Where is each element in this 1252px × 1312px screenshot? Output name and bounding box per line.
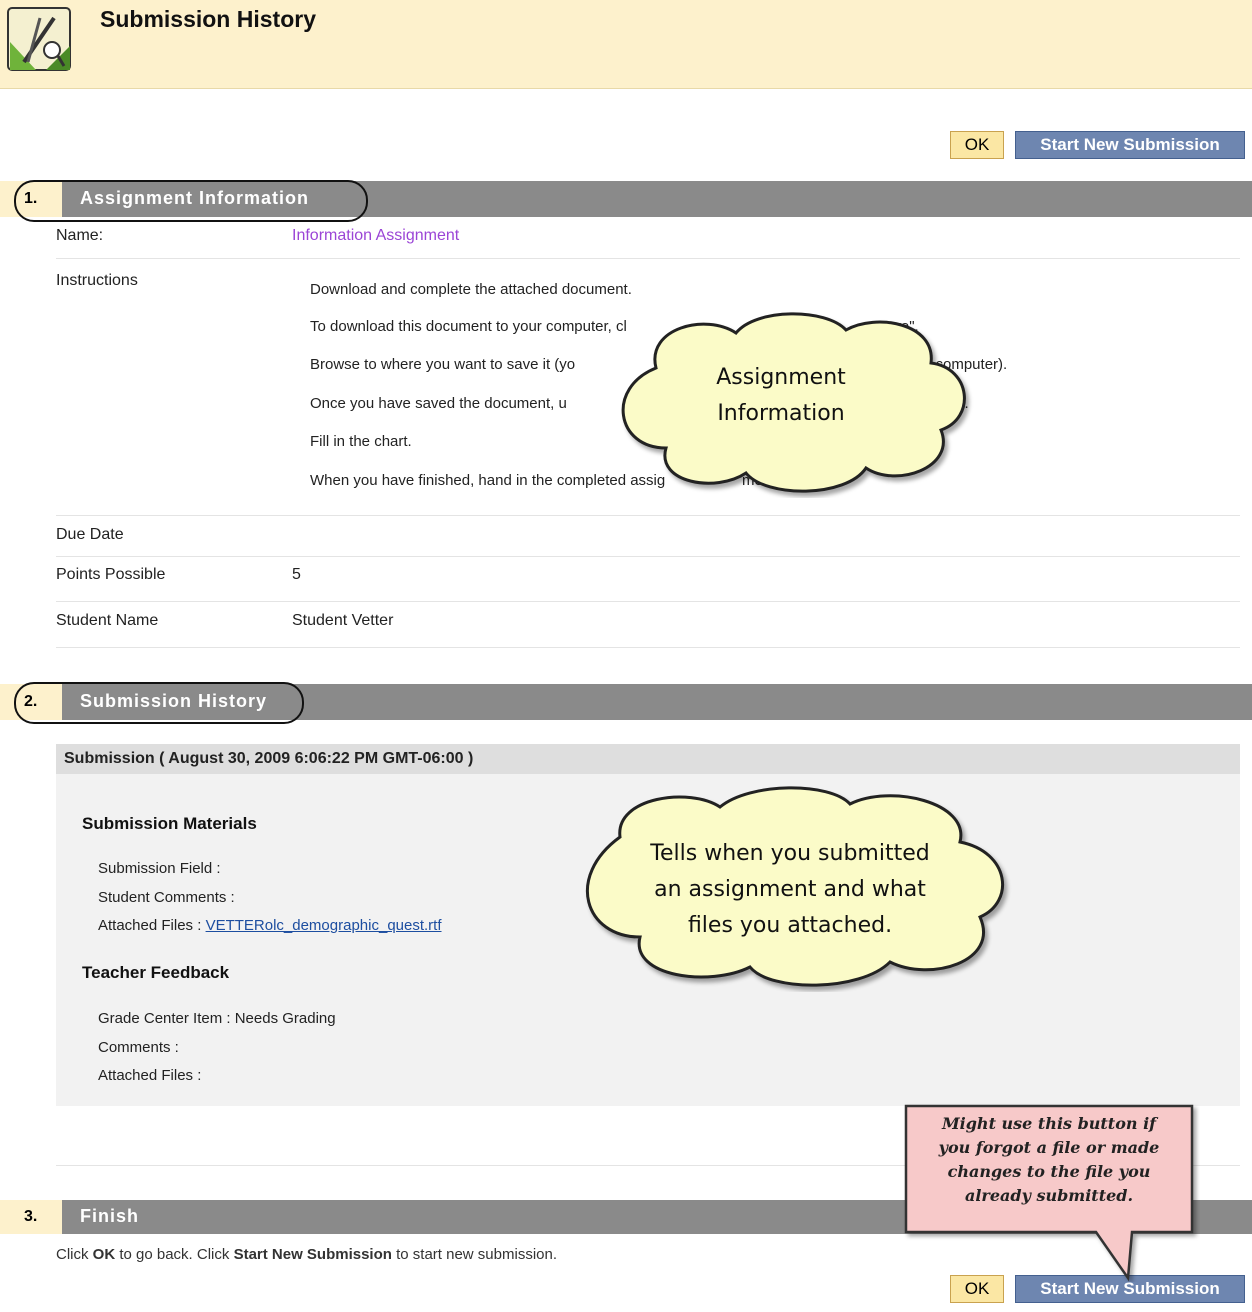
assignment-name-link[interactable]: Information Assignment [292,227,459,245]
instructions-label: Instructions [56,272,138,289]
attached-file-link[interactable]: VETTERolc_demographic_quest.rtf [206,917,442,934]
points-label: Points Possible [56,566,166,583]
start-new-submission-button[interactable]: Start New Submission [1015,131,1245,159]
page-title: Submission History [100,6,316,32]
divider [56,258,1240,259]
section-assignment-info: 1. Assignment Information [0,181,1252,217]
divider [56,647,1240,648]
instruction-line: Once you have saved the document, u [310,395,567,412]
feedback-comments-label: Comments : [98,1039,179,1056]
student-name-label: Student Name [56,612,159,629]
page-header: Submission History [0,0,1252,89]
finish-instructions: Click OK to go back. Click Start New Sub… [56,1246,558,1263]
student-name-value: Student Vetter [292,612,394,629]
submission-field-label: Submission Field : [98,860,221,877]
ok-button[interactable]: OK [950,131,1004,159]
section-title: Submission History [80,691,268,711]
assignment-icon [7,7,71,71]
submission-heading: Submission ( August 30, 2009 6:06:22 PM … [56,744,1240,774]
divider [56,515,1240,516]
student-comments-label: Student Comments : [98,889,235,906]
instruction-line: Fill in the chart. [310,433,412,450]
instruction-line: Browse to where you want to save it (yo [310,356,576,373]
name-label: Name: [56,227,104,244]
callout-text: Might use this button if you forgot a fi… [938,1114,1160,1205]
section-submission-history: 2. Submission History [0,684,1252,720]
points-value: 5 [292,566,301,583]
teacher-feedback-title: Teacher Feedback [82,963,230,982]
annotation-text: Assignment Information [716,365,846,426]
instruction-line: Download and complete the attached docum… [310,281,632,298]
section-number: 1. [0,181,62,217]
section-number: 3. [0,1200,62,1234]
instruction-line: To download this document to your comput… [310,318,627,335]
feedback-attached-label: Attached Files : [98,1067,202,1084]
annotation-text: Tells when you submitted an assignment a… [650,841,930,938]
divider [56,556,1240,557]
attached-files-row: Attached Files : VETTERolc_demographic_q… [98,917,442,934]
grade-center-item: Grade Center Item : Needs Grading [98,1010,336,1027]
section-title: Finish [80,1206,139,1226]
section-number: 2. [0,684,62,720]
submission-materials-title: Submission Materials [82,814,257,833]
divider [56,601,1240,602]
due-date-label: Due Date [56,526,124,543]
section-title: Assignment Information [80,188,310,208]
